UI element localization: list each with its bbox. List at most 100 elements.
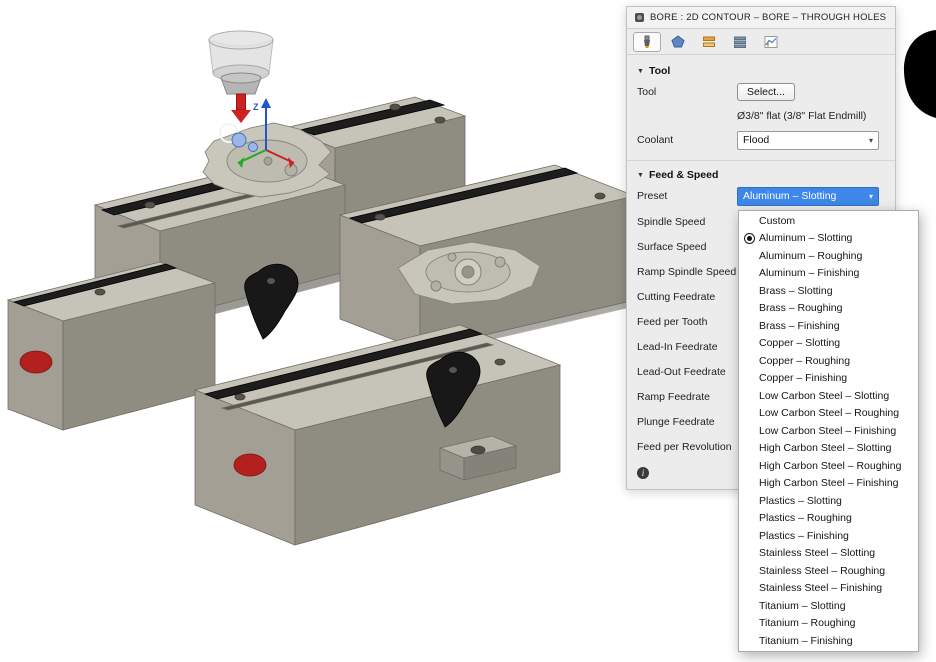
clamp-lever-upper (245, 264, 298, 339)
tab-geometry[interactable] (664, 32, 692, 52)
tab-linking[interactable] (757, 32, 785, 52)
preset-menu-item-label: High Carbon Steel – Slotting (759, 442, 892, 454)
preset-menu-item[interactable]: Low Carbon Steel – Roughing (739, 405, 918, 423)
preset-menu-item-label: Low Carbon Steel – Slotting (759, 390, 889, 402)
preset-menu-item[interactable]: Low Carbon Steel – Finishing (739, 422, 918, 440)
preset-menu-item-label: Copper – Roughing (759, 355, 850, 367)
section-feed-label: Feed & Speed (649, 169, 718, 181)
preset-menu-item[interactable]: Plastics – Slotting (739, 492, 918, 510)
coolant-value: Flood (743, 134, 769, 146)
operation-icon (635, 13, 644, 22)
preset-menu-item[interactable]: Custom (739, 212, 918, 230)
preset-menu-item[interactable]: Low Carbon Steel – Slotting (739, 387, 918, 405)
coolant-row: Coolant Flood ▾ (637, 127, 885, 153)
feed-field-label: Surface Speed (637, 241, 737, 253)
disclosure-triangle-icon: ▼ (637, 68, 644, 75)
vise-block-far-left (8, 262, 215, 430)
preset-menu-item[interactable]: Stainless Steel – Finishing (739, 580, 918, 598)
dialog-title: BORE : 2D CONTOUR – BORE – THROUGH HOLES (650, 12, 886, 23)
preset-menu-item-label: Custom (759, 215, 795, 227)
preset-menu-item-label: Brass – Slotting (759, 285, 833, 297)
preset-menu-item-label: Copper – Finishing (759, 372, 847, 384)
cutting-tool (209, 31, 273, 123)
section-tool-label: Tool (649, 65, 670, 77)
preset-menu-item-label: High Carbon Steel – Roughing (759, 460, 901, 472)
tool-description: Ø3/8" flat (3/8" Flat Endmill) (637, 105, 885, 127)
preset-menu: Custom Aluminum – Slotting Aluminum – Roug… (738, 210, 919, 652)
preset-menu-item-label: Plastics – Slotting (759, 495, 842, 507)
preset-menu-item[interactable]: Plastics – Roughing (739, 510, 918, 528)
preset-menu-item[interactable]: Aluminum – Finishing (739, 265, 918, 283)
preset-menu-item-label: Plastics – Roughing (759, 512, 852, 524)
section-tool-header[interactable]: ▼ Tool (637, 63, 885, 79)
preset-menu-item[interactable]: Plastics – Finishing (739, 527, 918, 545)
screen-artifact (904, 30, 936, 118)
preset-menu-item-label: High Carbon Steel – Finishing (759, 477, 899, 489)
feed-field-label: Lead-Out Feedrate (637, 366, 737, 378)
caret-down-icon: ▾ (869, 192, 873, 201)
tab-passes[interactable] (726, 32, 754, 52)
preset-menu-item-label: Low Carbon Steel – Finishing (759, 425, 896, 437)
vise-block-bottom (195, 325, 560, 545)
tool-select-button[interactable]: Select... (737, 83, 795, 101)
preset-menu-item[interactable]: Titanium – Finishing (739, 632, 918, 650)
tab-tool[interactable] (633, 32, 661, 52)
preset-menu-item[interactable]: Titanium – Roughing (739, 615, 918, 633)
feed-field-label: Lead-In Feedrate (637, 341, 737, 353)
preset-menu-item-label: Brass – Roughing (759, 302, 842, 314)
linking-tab-icon (763, 35, 779, 49)
preset-menu-item-label: Titanium – Roughing (759, 617, 856, 629)
preset-menu-item-label: Plastics – Finishing (759, 530, 849, 542)
preset-menu-item-label: Aluminum – Slotting (759, 232, 852, 244)
red-marker-bottom (234, 454, 266, 476)
passes-tab-icon (732, 35, 748, 49)
preset-menu-item-label: Aluminum – Finishing (759, 267, 859, 279)
feed-field-label: Plunge Feedrate (637, 416, 737, 428)
feed-field-label: Feed per Tooth (637, 316, 737, 328)
preset-menu-item[interactable]: High Carbon Steel – Finishing (739, 475, 918, 493)
tool-shank (237, 94, 246, 110)
preset-dropdown[interactable]: Aluminum – Slotting ▾ (737, 187, 879, 206)
preset-menu-item[interactable]: Brass – Roughing (739, 300, 918, 318)
info-icon[interactable]: i (637, 467, 649, 479)
preset-menu-item[interactable]: Copper – Slotting (739, 335, 918, 353)
preset-menu-item[interactable]: Titanium – Slotting (739, 597, 918, 615)
preset-menu-item[interactable]: Aluminum – Slotting (739, 230, 918, 248)
preset-menu-item-label: Brass – Finishing (759, 320, 840, 332)
preset-menu-item-label: Stainless Steel – Finishing (759, 582, 882, 594)
feed-field-label: Ramp Feedrate (637, 391, 737, 403)
preset-menu-item-label: Titanium – Finishing (759, 635, 853, 647)
preset-menu-item-label: Low Carbon Steel – Roughing (759, 407, 899, 419)
lever-pin-upper (267, 278, 275, 284)
lever-pin-lower (449, 367, 457, 373)
preset-value: Aluminum – Slotting (743, 190, 836, 202)
feed-field-label: Feed per Revolution (637, 441, 737, 453)
caret-down-icon: ▾ (869, 136, 873, 145)
radio-selected-icon (739, 233, 759, 244)
tool-direction-arrow (231, 110, 251, 123)
preset-menu-item[interactable]: High Carbon Steel – Slotting (739, 440, 918, 458)
preset-menu-item-label: Stainless Steel – Slotting (759, 547, 875, 559)
dialog-header[interactable]: BORE : 2D CONTOUR – BORE – THROUGH HOLES (627, 7, 895, 29)
section-divider (627, 160, 895, 161)
preset-menu-item[interactable]: High Carbon Steel – Roughing (739, 457, 918, 475)
preset-menu-item[interactable]: Aluminum – Roughing (739, 247, 918, 265)
coolant-label: Coolant (637, 134, 737, 146)
preset-menu-item[interactable]: Stainless Steel – Roughing (739, 562, 918, 580)
preset-menu-item[interactable]: Copper – Finishing (739, 370, 918, 388)
preset-menu-item[interactable]: Brass – Slotting (739, 282, 918, 300)
preset-menu-item[interactable]: Stainless Steel – Slotting (739, 545, 918, 563)
tool-tab-icon (639, 35, 655, 49)
preset-menu-item-label: Titanium – Slotting (759, 600, 846, 612)
tool-holder (209, 31, 273, 49)
feed-field-label: Spindle Speed (637, 216, 737, 228)
section-feed-header[interactable]: ▼ Feed & Speed (637, 167, 885, 183)
tool-label: Tool (637, 86, 737, 98)
preset-menu-item[interactable]: Copper – Roughing (739, 352, 918, 370)
coolant-dropdown[interactable]: Flood ▾ (737, 131, 879, 150)
feed-field-label: Cutting Feedrate (637, 291, 737, 303)
dialog-tabbar (627, 29, 895, 55)
preset-row: Preset Aluminum – Slotting ▾ (637, 183, 885, 209)
tab-heights[interactable] (695, 32, 723, 52)
preset-menu-item[interactable]: Brass – Finishing (739, 317, 918, 335)
